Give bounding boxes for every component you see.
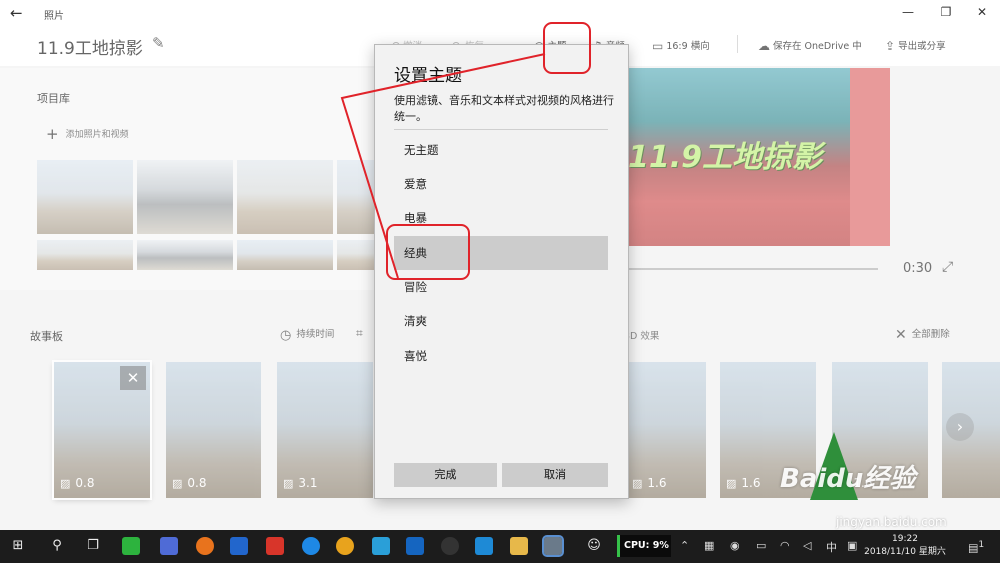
tray-expand-icon[interactable]: ⌃ xyxy=(680,539,689,552)
task-view-icon[interactable]: ❐ xyxy=(84,537,102,555)
it-app-icon[interactable] xyxy=(266,537,284,555)
notification-count: 1 xyxy=(978,539,985,550)
battery-icon[interactable]: ▭ xyxy=(756,539,766,552)
media-player-icon[interactable] xyxy=(475,537,493,555)
app-icon[interactable] xyxy=(160,537,178,555)
qq-penguin-icon[interactable] xyxy=(441,537,459,555)
notification-center-icon[interactable]: ▤1 xyxy=(968,539,984,555)
network-icon[interactable]: ◠ xyxy=(780,539,790,552)
people-icon[interactable]: ☺ xyxy=(585,537,603,555)
theme-option-fresh[interactable]: 清爽 xyxy=(394,304,608,338)
calendar-app-icon[interactable] xyxy=(230,537,248,555)
title-bar: ← 照片 — ❐ ✕ xyxy=(0,0,1000,28)
back-arrow-icon[interactable]: ← xyxy=(10,4,23,22)
theme-option-joy[interactable]: 喜悦 xyxy=(394,339,608,373)
windows-start-icon[interactable]: ⊞ xyxy=(9,537,27,555)
tray-app-icon[interactable]: ◉ xyxy=(730,539,740,552)
done-button[interactable]: 完成 xyxy=(394,463,497,487)
search-icon[interactable]: ⚲ xyxy=(48,537,66,555)
system-clock[interactable]: 19:22 2018/11/10 星期六 xyxy=(860,533,950,559)
photos-app-icon[interactable] xyxy=(542,535,564,557)
clock-date: 2018/11/10 星期六 xyxy=(864,547,946,557)
windows-taskbar: ⊞ ⚲ ❐ ☺ CPU: 9% ⌃ ▦ ◉ ▭ ◠ ◁ 中 ▣ 19:22 20… xyxy=(0,530,1000,563)
cancel-button[interactable]: 取消 xyxy=(502,463,608,487)
file-explorer-icon[interactable] xyxy=(510,537,528,555)
volume-icon[interactable]: ◁ xyxy=(803,539,811,552)
restore-button[interactable]: ❐ xyxy=(936,5,956,19)
minimize-button[interactable]: — xyxy=(898,5,918,19)
app-title: 照片 xyxy=(44,11,64,22)
ie-icon[interactable] xyxy=(302,537,320,555)
ime-indicator[interactable]: 中 xyxy=(826,539,837,555)
clock-time: 19:22 xyxy=(892,534,918,544)
baidu-watermark: Baidu经验 xyxy=(780,464,916,494)
wechat-icon[interactable] xyxy=(122,537,140,555)
baidu-app-icon[interactable] xyxy=(406,537,424,555)
close-button[interactable]: ✕ xyxy=(972,5,992,19)
qq-app-icon[interactable] xyxy=(372,537,390,555)
chrome-icon[interactable] xyxy=(336,537,354,555)
tray-app-icon[interactable]: ▦ xyxy=(704,539,714,552)
cpu-meter: CPU: 9% xyxy=(617,535,671,557)
watermark-url: jingyan.baidu.com xyxy=(836,515,947,529)
annotation-arrow xyxy=(340,53,546,279)
browser-icon[interactable] xyxy=(196,537,214,555)
tray-app-icon[interactable]: ▣ xyxy=(847,539,857,552)
